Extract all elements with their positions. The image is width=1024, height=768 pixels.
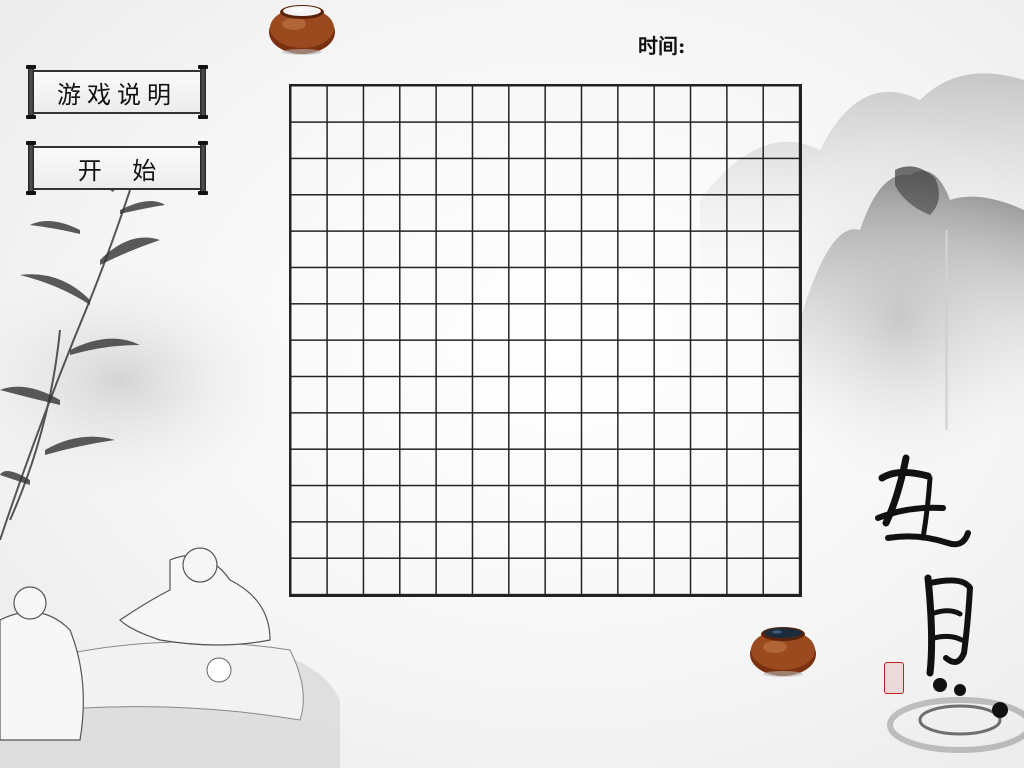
scroll-paper: 开 始 bbox=[34, 146, 200, 190]
black-stone-bowl[interactable] bbox=[749, 622, 817, 678]
start-button[interactable]: 开 始 bbox=[26, 141, 208, 195]
white-stone-bowl[interactable] bbox=[268, 0, 336, 56]
red-seal-stamp bbox=[884, 662, 904, 694]
scroll-rod-right bbox=[198, 141, 208, 195]
calligraphy-artwork bbox=[875, 454, 974, 677]
game-rules-button[interactable]: 游戏说明 bbox=[26, 65, 208, 119]
game-rules-label: 游戏说明 bbox=[57, 80, 177, 109]
scroll-paper: 游戏说明 bbox=[34, 70, 200, 114]
timer-label: 时间: bbox=[638, 34, 686, 58]
game-board[interactable] bbox=[289, 84, 802, 597]
game-screen: 游戏说明 开 始 时间: bbox=[0, 0, 1024, 768]
start-label: 开 始 bbox=[77, 156, 157, 185]
scroll-rod-right bbox=[198, 65, 208, 119]
